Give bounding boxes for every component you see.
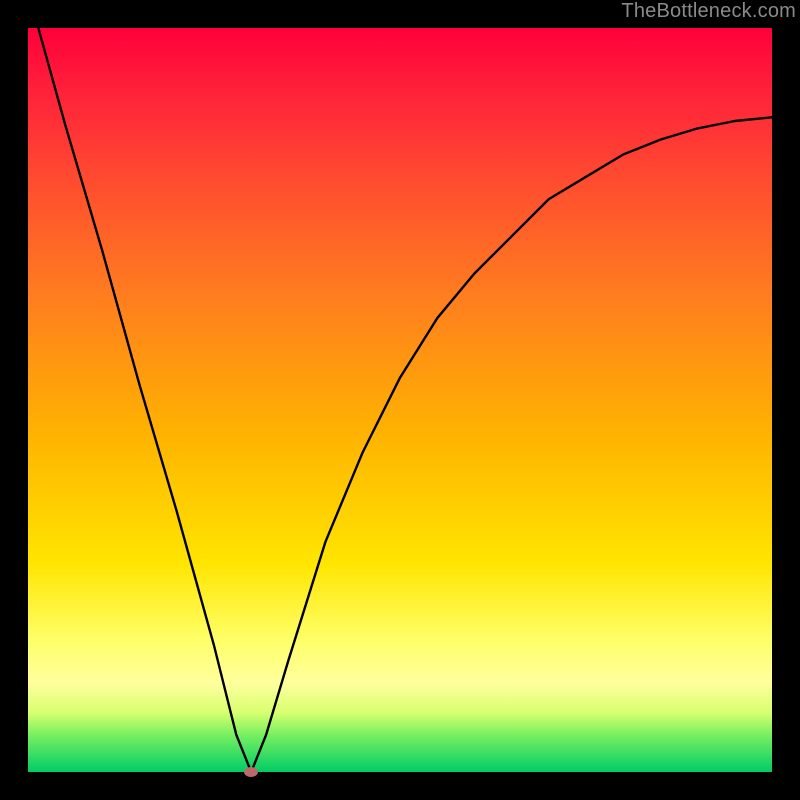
curve-svg	[28, 28, 772, 772]
plot-area	[28, 28, 772, 772]
minimum-marker	[244, 767, 258, 777]
watermark-text: TheBottleneck.com	[621, 0, 796, 23]
chart-frame: TheBottleneck.com	[0, 0, 800, 800]
bottleneck-curve	[28, 28, 772, 772]
